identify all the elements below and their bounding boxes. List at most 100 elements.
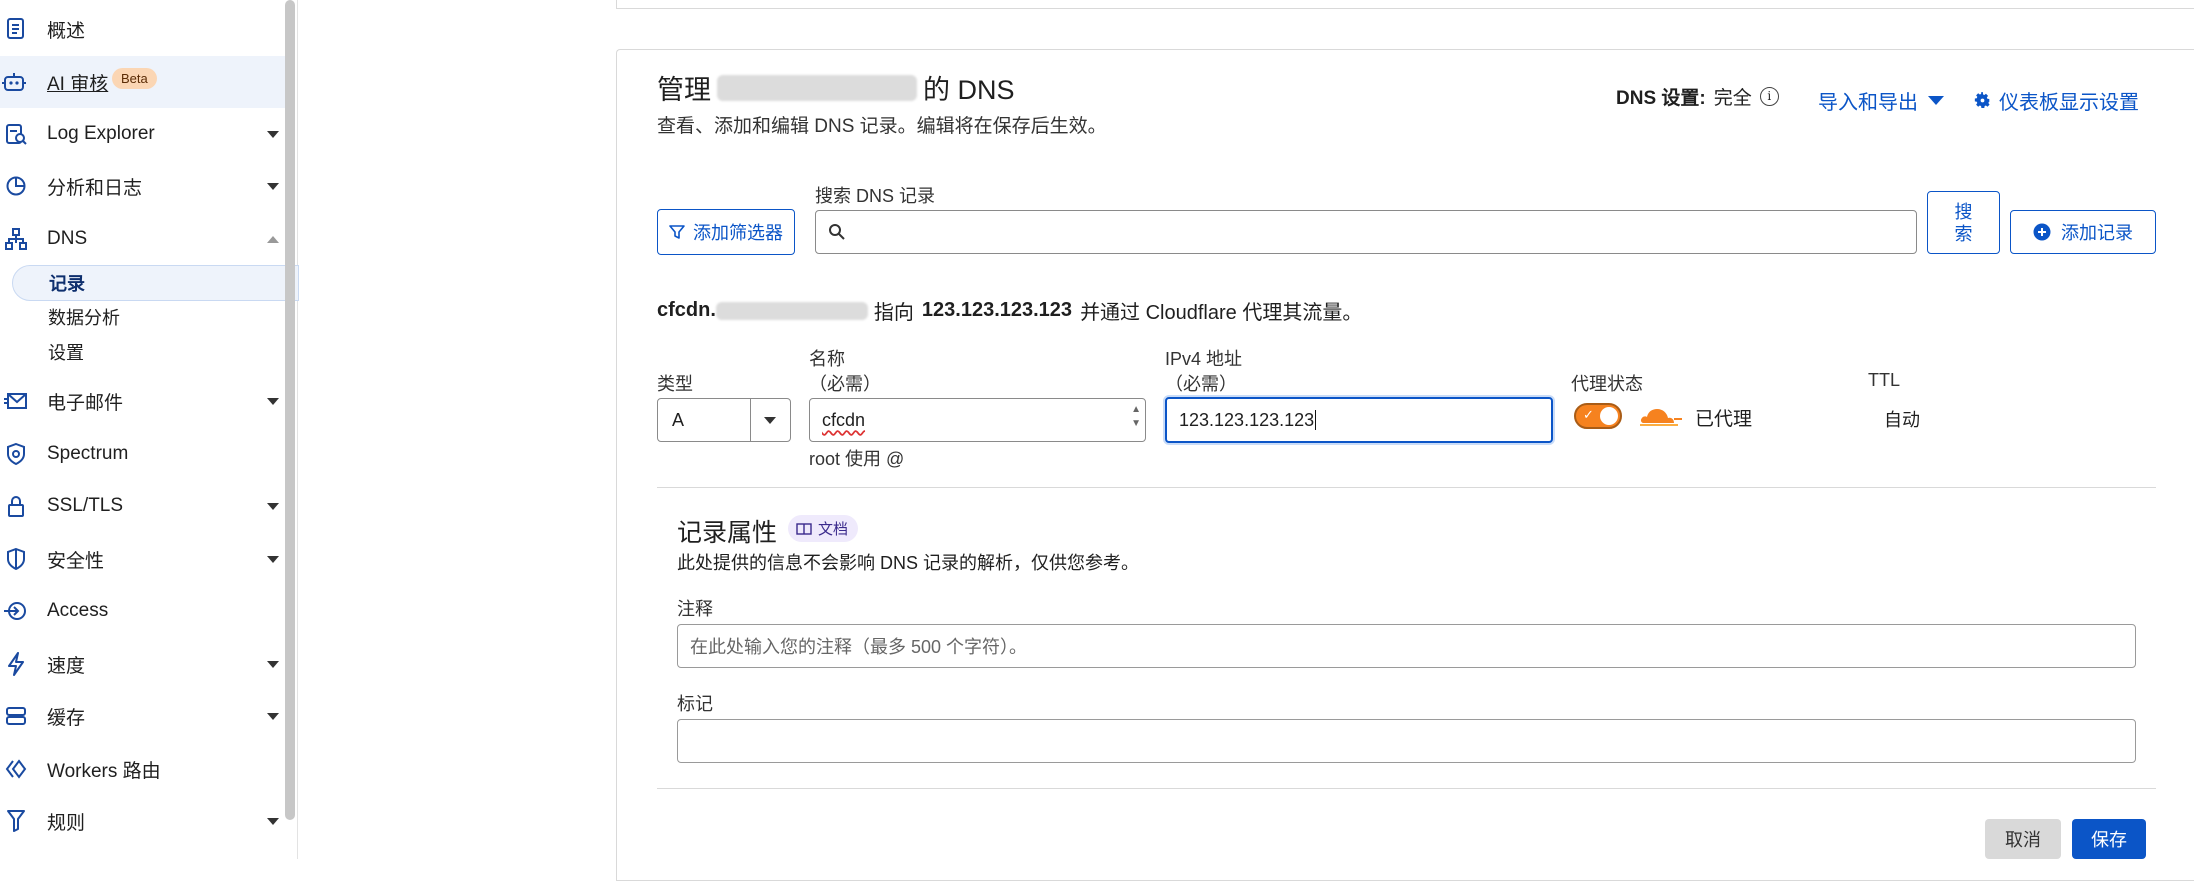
add-filter-button[interactable]: 添加筛选器 [657,209,795,255]
type-select[interactable]: A [657,398,791,442]
sidebar-item-label: Spectrum [47,443,129,464]
ipv4-label: IPv4 地址 [1165,349,1243,369]
sidebar-item-log-explorer[interactable]: Log Explorer [0,109,285,159]
book-icon [796,522,812,535]
add-record-button[interactable]: 添加记录 [2010,210,2156,254]
sidebar-item-label: Workers 路由 [47,760,161,782]
ipv4-required: （必需） [1165,374,1237,394]
save-button[interactable]: 保存 [2072,819,2146,859]
filter-rules-icon [2,807,30,835]
check-icon: ✓ [1583,407,1594,422]
name-input[interactable]: cfcdn ▲ ▼ [809,398,1146,442]
sidebar-item-label: 电子邮件 [47,392,124,414]
sidebar-item-label: 安全性 [47,550,105,572]
proxy-status-value: 已代理 [1695,409,1753,430]
redacted-domain [717,74,917,101]
document-icon [2,15,30,43]
sidebar-item-access[interactable]: Access [0,586,285,636]
divider [657,788,2156,789]
ttl-label: TTL [1868,370,1901,390]
dns-setting: DNS 设置: 完全 i [1616,83,1779,110]
sidebar-item-workers-routes[interactable]: Workers 路由 [0,744,285,794]
sidebar-scrollbar[interactable] [285,0,295,820]
access-icon [2,597,30,625]
chevron-up-icon [267,235,279,243]
summary-ip: 123.123.123.123 [921,299,1073,321]
sidebar-subitem-dns-settings[interactable]: 设置 [12,335,297,369]
sidebar-item-ssl-tls[interactable]: SSL/TLS [0,481,285,531]
chevron-down-icon [267,660,279,668]
sidebar-item-rules[interactable]: 规则 [0,796,285,846]
sidebar-item-label: 概述 [47,20,86,42]
comment-label: 注释 [677,599,713,619]
import-export-menu[interactable]: 导入和导出 [1818,86,1944,115]
sidebar-subitem-label: 记录 [49,274,85,294]
ttl-value[interactable]: 自动 [1884,406,1920,432]
stepper-icon[interactable]: ▲ ▼ [1131,403,1141,431]
cancel-button[interactable]: 取消 [1985,819,2061,859]
search-button[interactable]: 搜索 [1927,191,2000,254]
name-label: 名称 [809,349,845,369]
pie-chart-icon [2,172,30,200]
tags-input[interactable] [677,719,2136,763]
sidebar-item-label: Access [47,600,109,621]
gear-icon [1974,92,1991,109]
sidebar-item-overview[interactable]: 概述 [0,4,285,54]
tags-label: 标记 [677,694,713,714]
sidebar-subitem-dns-analytics[interactable]: 数据分析 [12,300,297,334]
docs-label: 文档 [818,521,849,538]
sidebar-item-email[interactable]: 电子邮件 [0,376,285,426]
attributes-description: 此处提供的信息不会影响 DNS 记录的解析，仅供您参考。 [677,553,1140,573]
sidebar-item-dns[interactable]: DNS [0,214,285,264]
add-record-label: 添加记录 [2061,223,2133,243]
type-value: A [672,409,685,430]
comment-input[interactable]: 在此处输入您的注释（最多 500 个字符）。 [677,624,2136,668]
sidebar-item-label: Log Explorer [47,123,155,144]
sidebar-item-label: AI 审核 [47,73,109,95]
summary-end: 并通过 Cloudflare 代理其流量。 [1080,302,1363,324]
text-cursor [1315,410,1317,430]
add-filter-label: 添加筛选器 [693,223,783,243]
cloud-icon [1638,406,1684,426]
sidebar-subitem-label: 数据分析 [48,308,120,328]
shield-icon [2,545,30,573]
proxy-status-label: 代理状态 [1571,374,1643,394]
sidebar-subitem-records[interactable]: 记录 [12,265,299,301]
sidebar-item-analytics[interactable]: 分析和日志 [0,161,285,211]
search-input[interactable] [815,210,1917,254]
type-label: 类型 [657,374,693,394]
page-description: 查看、添加和编辑 DNS 记录。编辑将在保存后生效。 [657,116,1107,137]
page-title: 管理 的 DNS [657,68,1015,107]
previous-card-edge [616,0,2194,9]
title-suffix: 的 DNS [923,75,1015,105]
title-prefix: 管理 [657,75,711,105]
sidebar-item-label: DNS [47,228,88,249]
search-label: 搜索 DNS 记录 [815,186,936,206]
chevron-down-icon [267,182,279,190]
sidebar-item-label: SSL/TLS [47,495,124,516]
divider [657,487,2156,488]
robot-icon [0,68,28,96]
filter-icon [669,224,685,240]
sidebar-item-speed[interactable]: 速度 [0,639,285,689]
ipv4-input[interactable]: 123.123.123.123 [1165,397,1553,443]
docs-badge[interactable]: 文档 [788,515,859,542]
sidebar-item-ai-audit[interactable]: AI 审核 Beta [0,56,285,108]
sidebar: 概述 AI 审核 Beta Log Explorer 分析和日志 DNS 记录 … [0,0,299,859]
proxy-toggle[interactable]: ✓ [1574,403,1622,429]
select-divider [750,399,751,441]
chevron-down-icon [267,712,279,720]
search-icon [828,223,846,241]
name-required: （必需） [809,374,881,394]
chevron-down-icon [267,130,279,138]
info-icon[interactable]: i [1759,87,1779,106]
attributes-title: 记录属性 [677,519,778,547]
sidebar-item-label: 速度 [47,655,86,677]
sidebar-item-security[interactable]: 安全性 [0,534,285,584]
sidebar-item-spectrum[interactable]: Spectrum [0,429,285,479]
storage-icon [2,702,30,730]
dashboard-display-settings[interactable]: 仪表板显示设置 [1974,86,2139,115]
sidebar-subitem-label: 设置 [48,343,84,363]
comment-placeholder: 在此处输入您的注释（最多 500 个字符）。 [690,637,1028,657]
sidebar-item-cache[interactable]: 缓存 [0,691,285,741]
